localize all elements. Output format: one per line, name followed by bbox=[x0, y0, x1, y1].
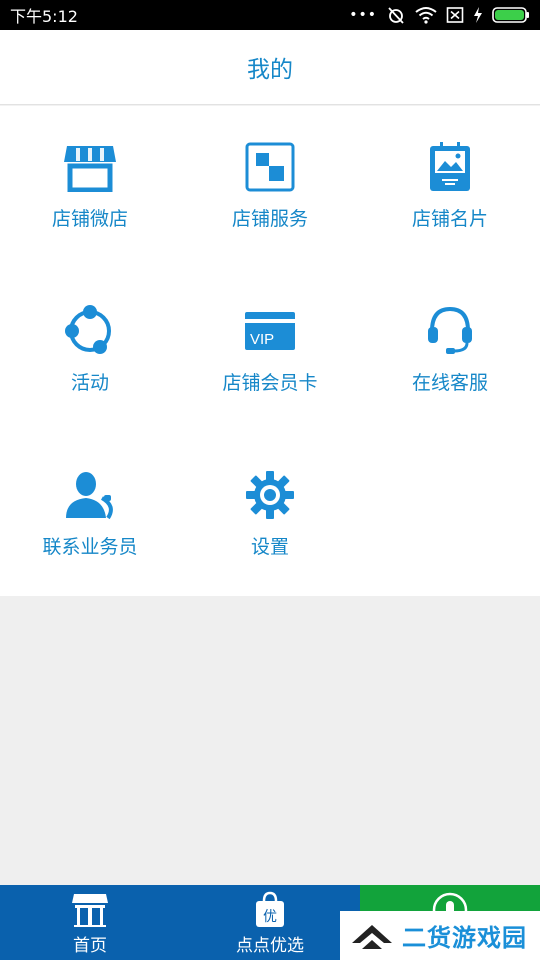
vip-text: VIP bbox=[250, 331, 274, 348]
gear-icon bbox=[243, 468, 297, 522]
status-icons: ••• bbox=[349, 5, 530, 25]
business-card-icon bbox=[423, 140, 477, 194]
menu-item-label: 在线客服 bbox=[411, 372, 488, 394]
page-title: 我的 bbox=[247, 57, 293, 83]
menu-item-online-service[interactable]: 在线客服 bbox=[360, 270, 540, 434]
menu-item-store-service[interactable]: 店铺服务 bbox=[180, 106, 360, 270]
menu-item-label: 设置 bbox=[250, 536, 289, 558]
activity-icon bbox=[63, 304, 117, 358]
menu-item-label: 店铺名片 bbox=[411, 208, 488, 230]
shopping-bag-icon: 优 bbox=[254, 891, 286, 929]
watermark-logo-icon bbox=[352, 924, 392, 949]
battery-icon bbox=[492, 7, 529, 23]
menu-item-store-card[interactable]: 店铺名片 bbox=[360, 106, 540, 270]
tab-diandian-youxuan[interactable]: 优 点点优选 bbox=[180, 885, 360, 960]
service-icon bbox=[243, 140, 297, 194]
alarm-off-icon bbox=[388, 7, 404, 24]
page-header: 我的 bbox=[0, 30, 540, 105]
charging-icon bbox=[474, 7, 482, 23]
menu-item-settings[interactable]: 设置 bbox=[180, 434, 360, 598]
tab-home[interactable]: 首页 bbox=[0, 885, 180, 960]
vip-card-icon: VIP bbox=[243, 304, 297, 358]
status-bar: 下午5:12 ••• bbox=[0, 0, 540, 30]
tab-label: 首页 bbox=[73, 936, 107, 956]
bag-badge-text: 优 bbox=[263, 909, 277, 925]
watermark-text: 二货游戏园 bbox=[402, 924, 527, 952]
status-time: 下午5:12 bbox=[10, 7, 78, 26]
menu-grid: 店铺微店 店铺服务 店铺名片 活动 VIP 店铺会员卡 在线客服 联系业务员 设… bbox=[0, 106, 540, 596]
menu-item-label: 联系业务员 bbox=[42, 536, 138, 558]
shop-front-icon bbox=[71, 891, 109, 929]
tab-label: 点点优选 bbox=[236, 936, 304, 956]
menu-item-label: 活动 bbox=[70, 372, 109, 394]
watermark: 二货游戏园 bbox=[340, 911, 540, 960]
headset-icon bbox=[423, 304, 477, 358]
menu-item-label: 店铺服务 bbox=[231, 208, 308, 230]
menu-item-contact-salesman[interactable]: 联系业务员 bbox=[0, 434, 180, 598]
wifi-icon bbox=[415, 7, 437, 24]
menu-item-label: 店铺会员卡 bbox=[222, 372, 318, 394]
contact-salesman-icon bbox=[63, 468, 117, 522]
menu-item-member-card[interactable]: VIP 店铺会员卡 bbox=[180, 270, 360, 434]
menu-item-store-weidian[interactable]: 店铺微店 bbox=[0, 106, 180, 270]
menu-item-label: 店铺微店 bbox=[51, 208, 128, 230]
empty-background bbox=[0, 596, 540, 885]
menu-item-activity[interactable]: 活动 bbox=[0, 270, 180, 434]
more-dots-icon: ••• bbox=[349, 7, 377, 23]
no-sim-icon bbox=[446, 7, 464, 23]
store-icon bbox=[63, 140, 117, 194]
